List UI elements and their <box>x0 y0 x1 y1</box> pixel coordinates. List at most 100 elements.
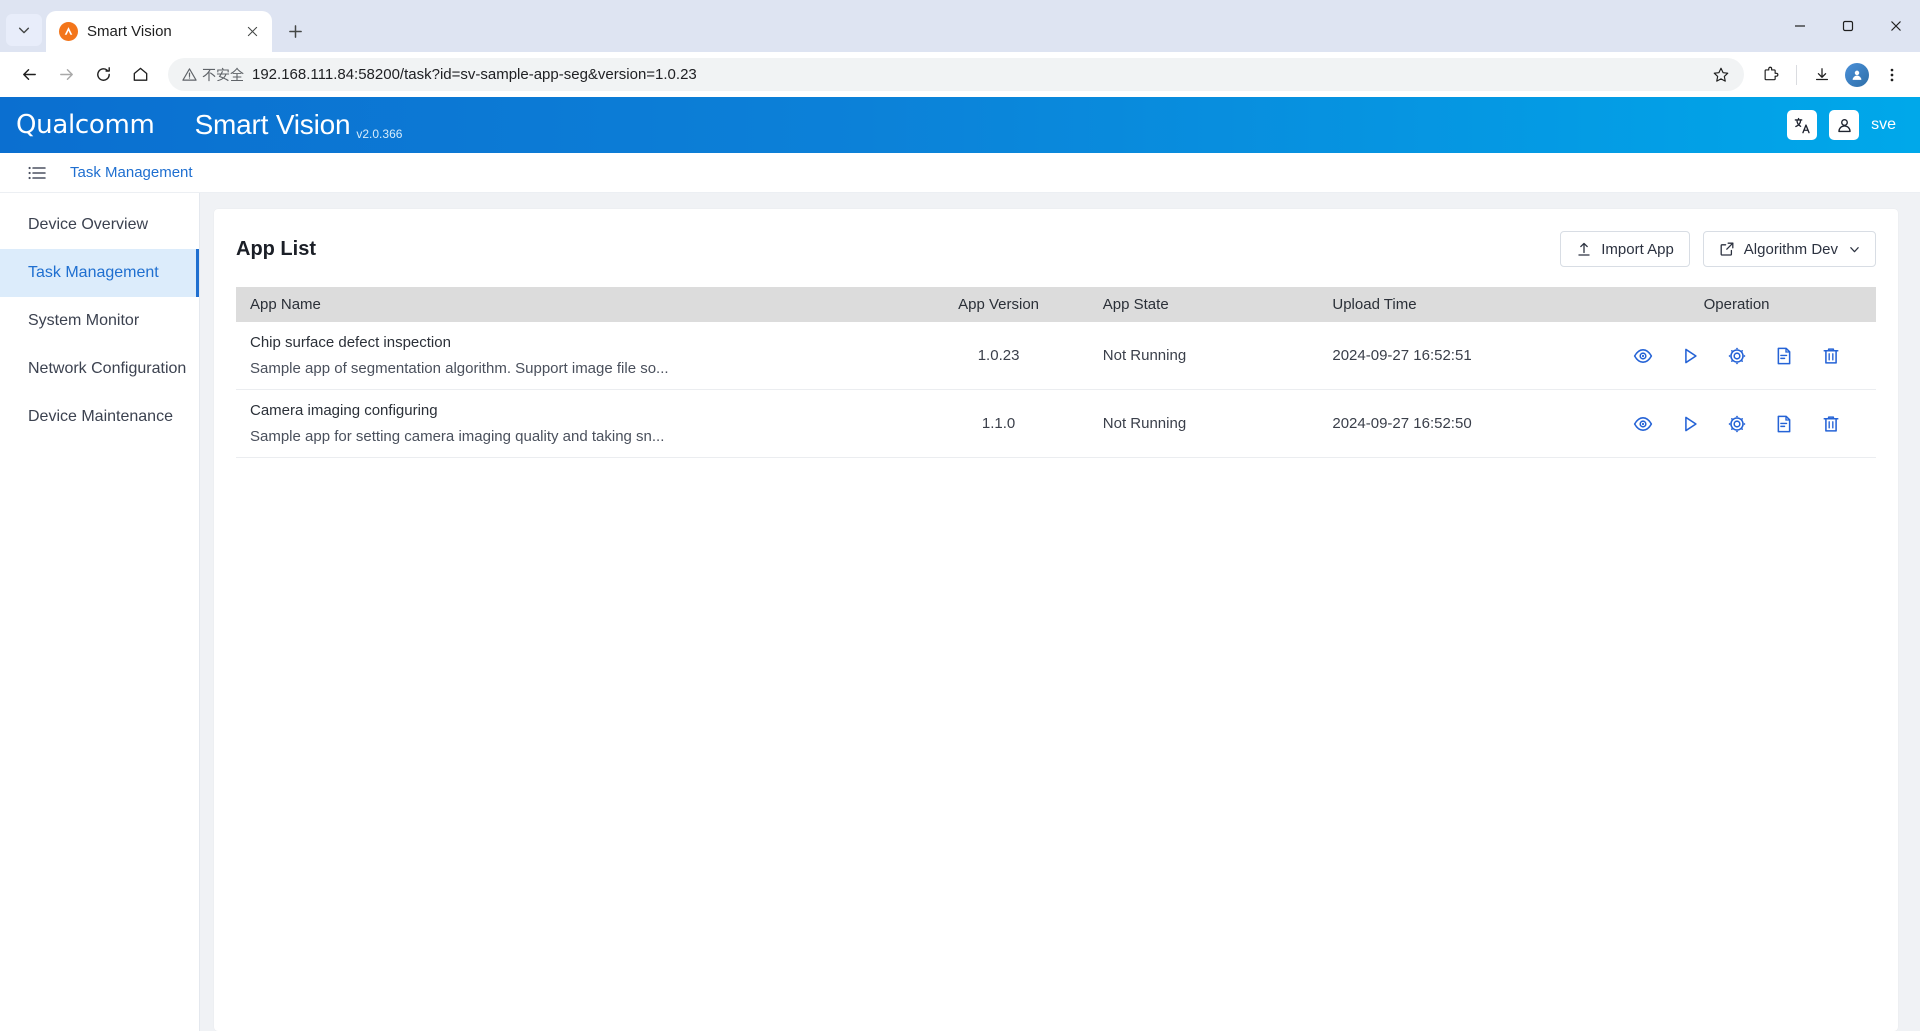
sidebar-item-device-overview[interactable]: Device Overview <box>0 201 199 249</box>
list-menu-icon[interactable] <box>26 162 48 184</box>
download-icon <box>1815 67 1829 80</box>
sidebar-item-label: Device Overview <box>28 216 149 233</box>
product-title: Smart Vision <box>194 109 351 140</box>
import-app-label: Import App <box>1601 240 1674 258</box>
tab-title: Smart Vision <box>87 23 172 40</box>
close-icon[interactable] <box>242 22 262 42</box>
browser-tab-bar: Smart Vision <box>0 0 1920 52</box>
log-icon[interactable] <box>1773 345 1794 366</box>
person-icon <box>1852 70 1862 80</box>
puzzle-icon <box>1764 66 1779 80</box>
translate-icon <box>1794 117 1810 133</box>
cell-app-version: 1.1.0 <box>908 389 1089 458</box>
app-header: Qualcomm Smart Vision v2.0.366 sve <box>0 97 1920 153</box>
forward-button[interactable] <box>49 58 83 92</box>
sidebar-item-device-maintenance[interactable]: Device Maintenance <box>0 393 199 441</box>
avatar <box>1845 62 1869 87</box>
table-row[interactable]: Chip surface defect inspection Sample ap… <box>236 322 1876 390</box>
warning-triangle-icon <box>182 68 197 81</box>
sidebar: Device Overview Task Management System M… <box>0 193 200 1031</box>
import-app-button[interactable]: Import App <box>1560 231 1690 267</box>
column-header-app-version: App Version <box>908 287 1089 322</box>
table-header: App Name App Version App State Upload Ti… <box>236 287 1876 322</box>
browser-menu-button[interactable] <box>1876 59 1908 91</box>
run-icon[interactable] <box>1679 413 1700 434</box>
app-description-text: Sample app for setting camera imaging qu… <box>250 428 665 445</box>
downloads-button[interactable] <box>1806 59 1838 91</box>
view-icon[interactable] <box>1632 413 1653 434</box>
minimize-button[interactable] <box>1776 6 1824 46</box>
sidebar-item-system-monitor[interactable]: System Monitor <box>0 297 199 345</box>
language-switch-button[interactable] <box>1787 110 1818 140</box>
external-link-icon <box>1720 242 1734 256</box>
header-actions: sve <box>1787 110 1902 140</box>
star-icon <box>1713 67 1729 82</box>
page-title: App List <box>236 237 316 260</box>
tab-strip: Smart Vision <box>6 0 1776 52</box>
back-button[interactable] <box>12 58 46 92</box>
window-controls <box>1776 0 1920 52</box>
app-name-text: Chip surface defect inspection <box>250 334 451 351</box>
upload-icon <box>1578 242 1590 256</box>
arrow-right-icon <box>59 69 73 80</box>
log-icon[interactable] <box>1773 413 1794 434</box>
browser-tab[interactable]: Smart Vision <box>46 11 272 52</box>
extensions-button[interactable] <box>1755 59 1787 91</box>
breadcrumb-current[interactable]: Task Management <box>70 164 193 181</box>
maximize-button[interactable] <box>1824 6 1872 46</box>
app-description-text: Sample app of segmentation algorithm. Su… <box>250 360 669 377</box>
bookmark-star-button[interactable] <box>1712 66 1730 84</box>
cell-app-version: 1.0.23 <box>908 322 1089 390</box>
tab-search-button[interactable] <box>6 14 42 46</box>
reload-button[interactable] <box>86 58 120 92</box>
username-label: sve <box>1871 116 1896 133</box>
sidebar-item-label: System Monitor <box>28 312 140 329</box>
run-icon[interactable] <box>1679 345 1700 366</box>
card-header: App List Import App Algorithm Dev <box>236 231 1876 267</box>
settings-icon[interactable] <box>1726 345 1747 366</box>
browser-toolbar: 不安全 192.168.111.84:58200/task?id=sv-samp… <box>0 52 1920 97</box>
sidebar-item-network-configuration[interactable]: Network Configuration <box>0 345 199 393</box>
sidebar-item-label: Task Management <box>28 264 159 281</box>
address-bar[interactable]: 不安全 192.168.111.84:58200/task?id=sv-samp… <box>168 58 1744 91</box>
sidebar-item-task-management[interactable]: Task Management <box>0 249 199 297</box>
sidebar-item-label: Network Configuration <box>28 360 187 377</box>
more-vertical-icon <box>1890 68 1894 81</box>
url-text: 192.168.111.84:58200/task?id=sv-sample-a… <box>252 66 697 83</box>
cell-app-name: Camera imaging configuring Sample app fo… <box>236 389 909 458</box>
column-header-operation: Operation <box>1597 287 1876 322</box>
app-name-text: Camera imaging configuring <box>250 402 438 419</box>
home-icon <box>133 67 147 81</box>
delete-icon[interactable] <box>1820 345 1841 366</box>
toolbar-divider <box>1796 64 1797 85</box>
delete-icon[interactable] <box>1820 413 1841 434</box>
cell-operations <box>1597 322 1876 390</box>
not-secure-indicator[interactable]: 不安全 <box>182 65 244 85</box>
app-version-label: v2.0.366 <box>356 127 403 141</box>
home-button[interactable] <box>123 58 157 92</box>
table-row[interactable]: Camera imaging configuring Sample app fo… <box>236 389 1876 458</box>
reload-icon <box>96 67 110 81</box>
table-body: Chip surface defect inspection Sample ap… <box>236 322 1876 458</box>
settings-icon[interactable] <box>1726 413 1747 434</box>
view-icon[interactable] <box>1632 345 1653 366</box>
card-actions: Import App Algorithm Dev <box>1560 231 1876 267</box>
chevron-down-icon <box>1850 246 1859 252</box>
arrow-left-icon <box>22 69 36 80</box>
algorithm-dev-button[interactable]: Algorithm Dev <box>1702 231 1876 267</box>
cell-app-name: Chip surface defect inspection Sample ap… <box>236 322 909 390</box>
sidebar-item-label: Device Maintenance <box>28 408 173 425</box>
cell-app-state: Not Running <box>1088 389 1319 458</box>
profile-button[interactable] <box>1841 59 1873 91</box>
column-header-app-name: App Name <box>236 287 909 322</box>
smart-vision-favicon <box>59 22 78 41</box>
cell-operations <box>1597 389 1876 458</box>
not-secure-label: 不安全 <box>202 66 244 83</box>
app-list-card: App List Import App Algorithm Dev App Na… <box>214 209 1898 1031</box>
close-window-button[interactable] <box>1872 6 1920 46</box>
cell-upload-time: 2024-09-27 16:52:51 <box>1318 322 1598 390</box>
chevron-down-icon <box>18 27 30 34</box>
algorithm-dev-label: Algorithm Dev <box>1743 240 1838 258</box>
user-account-button[interactable] <box>1829 110 1860 140</box>
new-tab-button[interactable] <box>278 14 312 48</box>
